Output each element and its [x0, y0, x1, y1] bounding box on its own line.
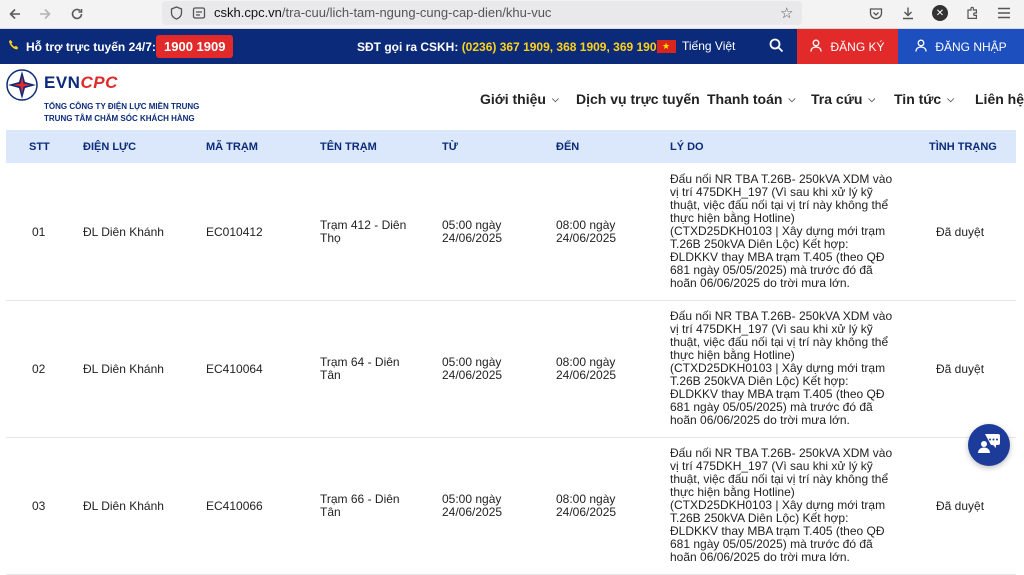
url-host: cskh.cpc.vn	[214, 5, 282, 20]
menu-label: Tin tức	[894, 91, 942, 107]
hotline-label-text: Hỗ trợ trực tuyến 24/7:	[26, 39, 156, 54]
table-row: 03 ĐL Diên Khánh EC410066 Trạm 66 - Diên…	[6, 437, 1016, 575]
cell-den: 08:00 ngày 24/06/2025	[556, 355, 617, 382]
col-header-stt: STT	[29, 141, 50, 153]
search-icon[interactable]	[769, 38, 784, 58]
user-icon	[810, 39, 823, 55]
cell-ma-tram: EC410064	[206, 362, 263, 376]
cell-ma-tram: EC010412	[206, 225, 263, 239]
login-label: ĐĂNG NHẬP	[935, 39, 1007, 54]
menu-label: Liên hệ	[975, 91, 1024, 107]
site-header: EVNCPC TỔNG CÔNG TY ĐIỆN LỰC MIỀN TRUNG …	[0, 64, 1024, 130]
chevron-down-icon: ⌵	[551, 93, 559, 104]
chevron-down-icon: ⌵	[788, 93, 796, 104]
sdt-numbers[interactable]: (0236) 367 1909, 368 1909, 369 1909	[462, 40, 664, 54]
logo-subtitle-2: TRUNG TÂM CHĂM SÓC KHÁCH HÀNG	[44, 114, 195, 123]
table-row: 01 ĐL Diên Khánh EC010412 Trạm 412 - Diê…	[6, 163, 1016, 301]
col-header-tinh-trang: TÌNH TRẠNG	[929, 141, 997, 153]
col-header-dien-luc: ĐIỆN LỰC	[83, 141, 137, 153]
x-avatar-icon: ✕	[932, 5, 948, 21]
vietnam-flag-icon	[657, 39, 676, 53]
cell-ten-tram: Trạm 64 - Diên Tân	[320, 355, 400, 382]
sdt-label: SĐT gọi ra CSKH:	[357, 40, 459, 54]
cell-dien-luc: ĐL Diên Khánh	[83, 362, 164, 376]
register-label: ĐĂNG KÝ	[830, 39, 885, 54]
menu-tra-cuu[interactable]: Tra cứu ⌵	[811, 89, 875, 109]
cell-ma-tram: EC410066	[206, 499, 263, 513]
browser-toolbar: cskh.cpc.vn/tra-cuu/lich-tam-ngung-cung-…	[0, 0, 1024, 29]
table-row: 02 ĐL Diên Khánh EC410064 Trạm 64 - Diên…	[6, 300, 1016, 438]
forward-arrow-icon[interactable]	[34, 3, 56, 25]
evn-star-logo-icon	[6, 69, 38, 106]
cell-tinh-trang: Đã duyệt	[936, 225, 985, 239]
address-bar[interactable]: cskh.cpc.vn/tra-cuu/lich-tam-ngung-cung-…	[162, 1, 802, 25]
reload-icon[interactable]	[66, 3, 88, 25]
cell-ly-do: Đấu nối NR TBA T.26B- 250kVA XDM vào vị …	[670, 309, 893, 427]
menu-label: Dịch vụ trực tuyến	[576, 91, 700, 107]
cell-dien-luc: ĐL Diên Khánh	[83, 225, 164, 239]
top-contact-bar: Hỗ trợ trực tuyến 24/7: 1900 1909 SĐT gọ…	[0, 29, 1024, 64]
cell-tinh-trang: Đã duyệt	[936, 499, 985, 513]
menu-tin-tuc[interactable]: Tin tức ⌵	[894, 89, 954, 109]
table-header: STT ĐIỆN LỰC MÃ TRẠM TÊN TRẠM TỪ ĐẾN LÝ …	[6, 130, 1016, 163]
language-label: Tiếng Việt	[682, 39, 736, 53]
user-icon	[915, 39, 927, 55]
site-info-icon[interactable]	[192, 6, 206, 25]
chevron-down-icon: ⌵	[868, 93, 876, 104]
menu-lien-he[interactable]: Liên hệ	[975, 89, 1024, 109]
cell-ly-do: Đấu nối NR TBA T.26B- 250kVA XDM vào vị …	[670, 446, 893, 564]
col-header-tu: TỪ	[442, 141, 458, 153]
menu-label: Giới thiệu	[480, 91, 546, 107]
cell-tinh-trang: Đã duyệt	[936, 362, 985, 376]
cell-den: 08:00 ngày 24/06/2025	[556, 492, 617, 519]
cell-stt: 02	[32, 362, 46, 376]
evncpc-logo[interactable]: EVNCPC TỔNG CÔNG TY ĐIỆN LỰC MIỀN TRUNG …	[6, 69, 199, 123]
pocket-icon[interactable]	[866, 3, 886, 23]
account-avatar[interactable]: ✕	[930, 3, 950, 23]
menu-label: Thanh toán	[707, 91, 783, 107]
chat-bubble-icon	[977, 432, 1001, 459]
cell-stt: 03	[32, 499, 46, 513]
chat-support-button[interactable]	[968, 424, 1010, 466]
hotline-label: Hỗ trợ trực tuyến 24/7:	[8, 39, 156, 54]
cell-dien-luc: ĐL Diên Khánh	[83, 499, 164, 513]
menu-dich-vu-truc-tuyen[interactable]: Dịch vụ trực tuyến	[576, 89, 700, 109]
phone-icon	[8, 39, 20, 54]
logo-evn: EVN	[44, 73, 81, 92]
back-arrow-icon[interactable]	[4, 3, 26, 25]
register-button[interactable]: ĐĂNG KÝ	[797, 29, 898, 64]
url-path: /tra-cuu/lich-tam-ngung-cung-cap-dien/kh…	[281, 5, 552, 20]
cell-tu: 05:00 ngày 24/06/2025	[442, 492, 503, 519]
col-header-ma-tram: MÃ TRẠM	[206, 141, 258, 153]
extensions-icon[interactable]	[962, 3, 982, 23]
cell-ly-do: Đấu nối NR TBA T.26B- 250kVA XDM vào vị …	[670, 172, 893, 290]
logo-cpc: CPC	[80, 73, 118, 92]
cell-den: 08:00 ngày 24/06/2025	[556, 218, 617, 245]
menu-icon[interactable]	[994, 3, 1014, 23]
menu-gioi-thieu[interactable]: Giới thiệu ⌵	[480, 89, 559, 109]
cell-ten-tram: Trạm 412 - Diên Thọ	[320, 218, 407, 245]
shield-icon[interactable]	[170, 6, 183, 25]
col-header-ten-tram: TÊN TRẠM	[320, 141, 377, 153]
menu-label: Tra cứu	[811, 91, 863, 107]
login-button[interactable]: ĐĂNG NHẬP	[898, 29, 1024, 64]
cell-tu: 05:00 ngày 24/06/2025	[442, 355, 503, 382]
logo-brand: EVNCPC	[44, 73, 118, 92]
download-icon[interactable]	[898, 3, 918, 23]
col-header-ly-do: LÝ DO	[670, 141, 704, 153]
menu-thanh-toan[interactable]: Thanh toán ⌵	[707, 89, 795, 109]
cskh-phone-line: SĐT gọi ra CSKH: (0236) 367 1909, 368 19…	[357, 40, 663, 54]
cell-tu: 05:00 ngày 24/06/2025	[442, 218, 503, 245]
url-text: cskh.cpc.vn/tra-cuu/lich-tam-ngung-cung-…	[214, 5, 551, 20]
logo-subtitle-1: TỔNG CÔNG TY ĐIỆN LỰC MIỀN TRUNG	[44, 102, 200, 111]
cell-stt: 01	[32, 225, 46, 239]
cell-ten-tram: Trạm 66 - Diên Tân	[320, 492, 400, 519]
hotline-number-badge[interactable]: 1900 1909	[156, 35, 234, 58]
language-selector[interactable]: Tiếng Việt	[657, 39, 735, 53]
bookmark-star-icon[interactable]: ☆	[780, 4, 793, 22]
col-header-den: ĐẾN	[556, 141, 580, 153]
chevron-down-icon: ⌵	[947, 93, 955, 104]
